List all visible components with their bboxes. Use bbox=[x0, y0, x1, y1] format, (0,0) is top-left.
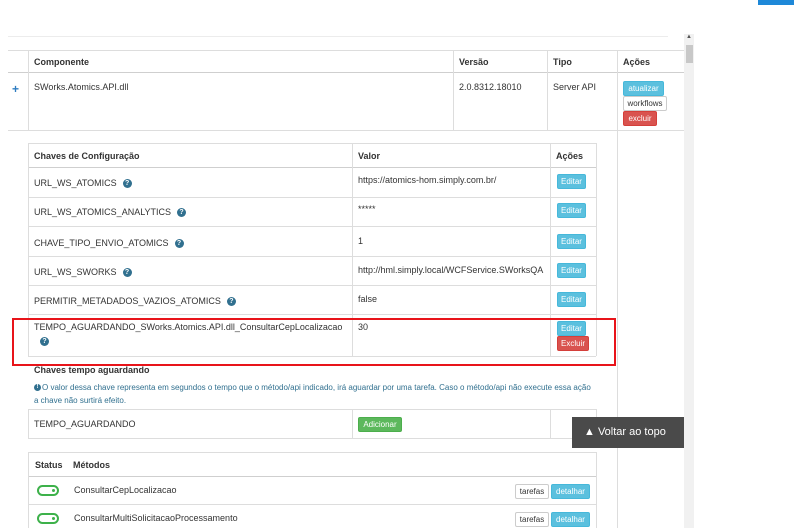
divider bbox=[28, 50, 29, 130]
edit-button[interactable]: Editar bbox=[557, 234, 586, 249]
divider bbox=[28, 226, 596, 227]
config-value: https://atomics-hom.simply.com.br/ bbox=[358, 175, 497, 185]
edit-button[interactable]: Editar bbox=[557, 203, 586, 218]
detail-button[interactable]: detalhar bbox=[551, 512, 590, 527]
divider bbox=[8, 72, 684, 73]
divider bbox=[28, 452, 29, 528]
edit-button[interactable]: Editar bbox=[557, 292, 586, 307]
method-name: ConsultarMultiSolicitacaoProcessamento bbox=[74, 513, 238, 523]
status-toggle[interactable] bbox=[37, 513, 59, 524]
back-to-top-button[interactable]: ▲ Voltar ao topo bbox=[572, 417, 684, 448]
divider bbox=[28, 197, 596, 198]
question-circle-icon[interactable]: ? bbox=[174, 239, 184, 249]
divider bbox=[28, 167, 596, 168]
divider bbox=[28, 256, 596, 257]
edit-button[interactable]: Editar bbox=[557, 263, 586, 278]
method-name: ConsultarCepLocalizacao bbox=[74, 485, 177, 495]
divider bbox=[28, 314, 596, 315]
config-value: http://hml.simply.local/WCFService.SWork… bbox=[358, 265, 544, 275]
divider bbox=[28, 476, 596, 477]
component-name: SWorks.Atomics.API.dll bbox=[34, 82, 129, 92]
config-key: PERMITIR_METADADOS_VAZIOS_ATOMICS bbox=[34, 296, 221, 306]
config-key: URL_WS_SWORKS bbox=[34, 267, 117, 277]
add-button[interactable]: Adicionar bbox=[358, 417, 402, 432]
question-circle-icon[interactable]: ? bbox=[122, 179, 132, 189]
config-row-4: URL_WS_SWORKS? bbox=[34, 267, 132, 278]
scrollbar[interactable] bbox=[684, 34, 694, 528]
delete-component-button[interactable]: excluir bbox=[623, 111, 657, 126]
info-icon: ! bbox=[34, 384, 41, 392]
detail-button[interactable]: detalhar bbox=[551, 484, 590, 499]
corner-button[interactable] bbox=[758, 0, 794, 5]
divider bbox=[28, 285, 596, 286]
divider bbox=[352, 409, 353, 438]
divider bbox=[547, 50, 548, 130]
header-config-value: Valor bbox=[358, 151, 381, 161]
header-type: Tipo bbox=[553, 57, 572, 67]
config-value: false bbox=[358, 294, 378, 304]
tasks-button[interactable]: tarefas bbox=[515, 484, 549, 499]
tasks-button[interactable]: tarefas bbox=[515, 512, 549, 527]
divider bbox=[8, 50, 684, 51]
header-component: Componente bbox=[34, 57, 89, 67]
config-row-2: URL_WS_ATOMICS_ANALYTICS? bbox=[34, 207, 187, 218]
divider bbox=[28, 409, 29, 438]
header-actions: Ações bbox=[623, 57, 651, 67]
workflows-button[interactable]: workflows bbox=[623, 96, 667, 111]
header-config-actions: Ações bbox=[556, 151, 584, 161]
divider bbox=[550, 409, 551, 438]
header-config-key: Chaves de Configuração bbox=[34, 151, 140, 161]
highlight-box bbox=[12, 318, 616, 366]
scroll-thumb[interactable] bbox=[686, 45, 693, 63]
config-row-3: CHAVE_TIPO_ENVIO_ATOMICS? bbox=[34, 238, 184, 249]
wait-section-note: ! O valor dessa chave representa em segun… bbox=[34, 383, 591, 405]
divider bbox=[28, 143, 596, 144]
header-methods: Métodos bbox=[73, 460, 110, 470]
wait-section-title: Chaves tempo aguardando bbox=[34, 365, 150, 375]
question-circle-icon[interactable]: ? bbox=[177, 208, 187, 218]
config-key: CHAVE_TIPO_ENVIO_ATOMICS bbox=[34, 238, 169, 248]
divider bbox=[8, 130, 684, 131]
divider bbox=[28, 438, 596, 439]
header-version: Versão bbox=[459, 57, 489, 67]
header-status: Status bbox=[35, 460, 63, 470]
status-toggle[interactable] bbox=[37, 485, 59, 496]
update-button[interactable]: atualizar bbox=[623, 81, 664, 96]
divider bbox=[28, 409, 596, 410]
config-value: 1 bbox=[358, 236, 364, 246]
component-version: 2.0.8312.18010 bbox=[459, 82, 522, 92]
question-circle-icon[interactable]: ? bbox=[122, 268, 132, 278]
scroll-up-arrow-icon[interactable]: ▲ bbox=[686, 34, 692, 40]
question-circle-icon[interactable]: ? bbox=[226, 297, 236, 307]
component-type: Server API bbox=[553, 82, 597, 92]
divider bbox=[596, 452, 597, 528]
plus-icon[interactable]: + bbox=[12, 82, 19, 96]
config-key: URL_WS_ATOMICS bbox=[34, 178, 117, 188]
chevron-up-icon: ▲ bbox=[584, 426, 595, 438]
divider bbox=[8, 36, 668, 37]
divider bbox=[617, 50, 618, 528]
divider bbox=[28, 452, 596, 453]
config-value: ***** bbox=[358, 204, 376, 214]
config-row-5: PERMITIR_METADADOS_VAZIOS_ATOMICS? bbox=[34, 296, 236, 307]
divider bbox=[453, 50, 454, 130]
config-row-1: URL_WS_ATOMICS? bbox=[34, 178, 132, 189]
edit-button[interactable]: Editar bbox=[557, 174, 586, 189]
config-key: URL_WS_ATOMICS_ANALYTICS bbox=[34, 207, 172, 217]
divider bbox=[28, 504, 596, 505]
wait-key: TEMPO_AGUARDANDO bbox=[34, 419, 136, 429]
